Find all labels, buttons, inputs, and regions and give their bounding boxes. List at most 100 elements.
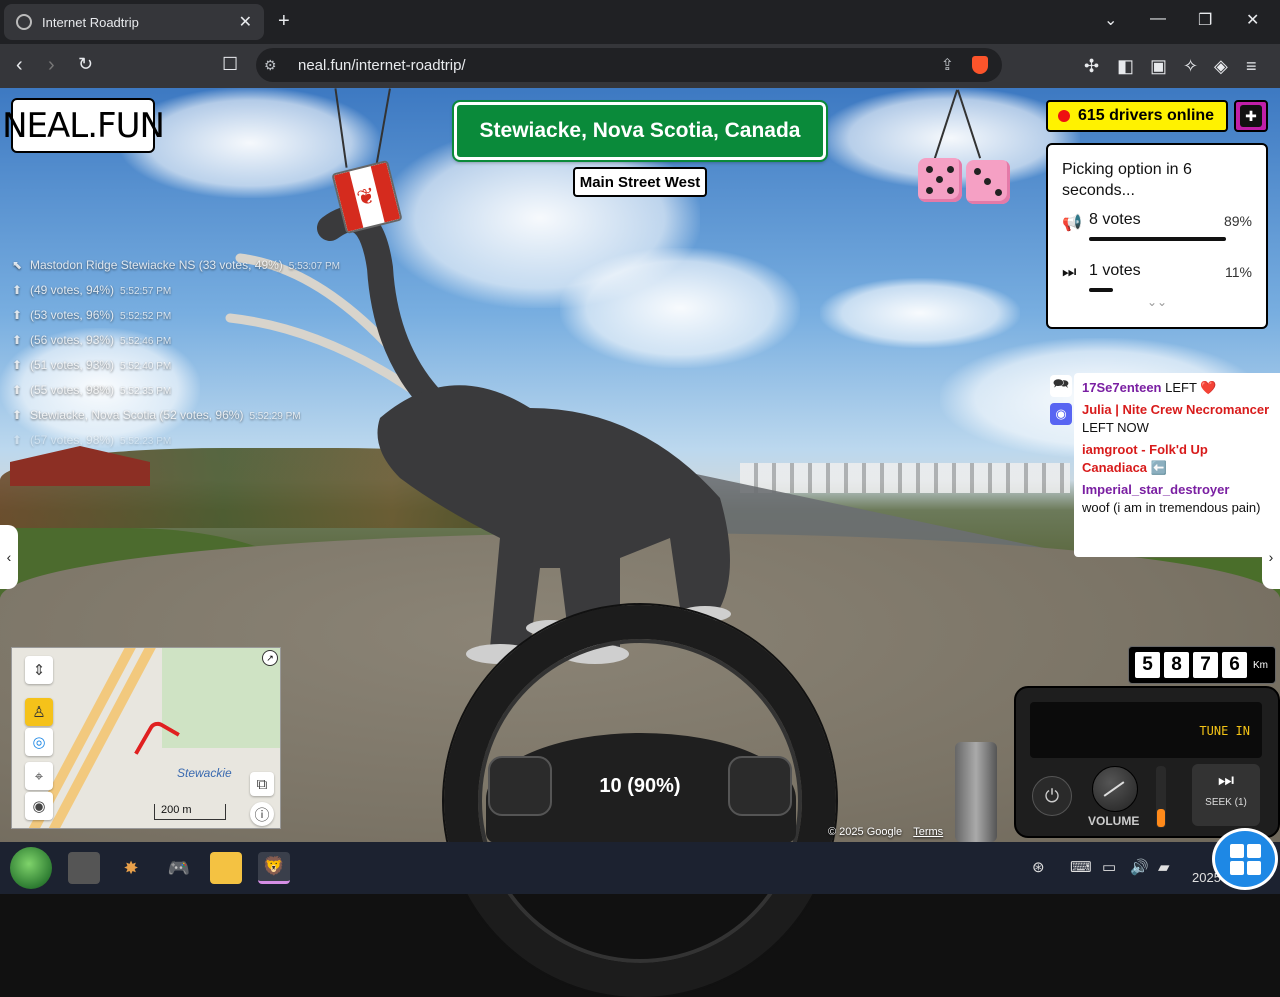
odometer-unit: Km (1253, 659, 1268, 671)
browser-tab[interactable]: Internet Roadtrip ✕ (4, 4, 264, 40)
location-sign: Stewiacke, Nova Scotia, Canada (452, 100, 828, 162)
fuzzy-dice-icon (966, 160, 1010, 204)
map-attribution: © 2025 Google Terms (828, 826, 943, 838)
address-bar[interactable]: ⚙ neal.fun/internet-roadtrip/ ⇪ (256, 48, 1002, 82)
tab-strip: Internet Roadtrip ✕ + ⌄ — ❐ ✕ (0, 0, 1280, 44)
battery-icon[interactable]: ▰ (1158, 858, 1170, 876)
chat-tabs: 🗪 ◉ (1050, 375, 1074, 431)
arrow-icon: ⬆ (12, 283, 23, 297)
vote-percent: 89% (1223, 213, 1252, 229)
history-item: ⬆ (55 votes, 98%) 5:52:35 PM (12, 383, 172, 397)
wheel-controls-left (488, 756, 552, 816)
extensions-icon[interactable]: ✣ (1084, 56, 1099, 77)
chat-username[interactable]: 17Se7enteen (1082, 380, 1162, 395)
restore-button[interactable]: ❐ (1198, 10, 1212, 30)
menu-icon[interactable]: ≡ (1246, 56, 1257, 77)
history-item: ⬆ (57 votes, 98%) 5:52:23 PM (12, 433, 172, 447)
reload-icon[interactable]: ↻ (78, 54, 93, 75)
url-text[interactable]: neal.fun/internet-roadtrip/ (298, 57, 466, 74)
volume-icon[interactable]: 🔊 (1130, 858, 1149, 876)
keyboard-icon[interactable]: ⌨ (1070, 858, 1092, 876)
network-icon[interactable]: ▭ (1102, 858, 1116, 876)
seek-button[interactable]: ⏭ SEEK (1) (1192, 764, 1260, 826)
map-expand-icon[interactable]: ↗ (262, 650, 278, 666)
volume-meter-fill (1157, 809, 1165, 827)
chat-username[interactable]: Julia | Nite Crew Necromancer (1082, 402, 1269, 417)
leo-ai-icon[interactable]: ✧ (1183, 56, 1198, 77)
new-tab-button[interactable]: + (278, 10, 290, 33)
minimize-button[interactable]: — (1150, 10, 1166, 28)
taskbar: ✸ 🎮 🦁 ⊛ ⌨ ▭ 🔊 ▰ 2025 (0, 842, 1280, 894)
task-view-icon[interactable] (68, 852, 100, 884)
copyright-text: © 2025 Google (828, 826, 903, 838)
brave-browser-icon[interactable]: 🦁 (258, 852, 290, 884)
vpn-icon[interactable]: ◈ (1214, 56, 1228, 77)
sidebar-icon[interactable]: ◧ (1117, 56, 1134, 77)
tab-close-icon[interactable]: ✕ (239, 12, 252, 32)
steam-icon[interactable]: ⊛ (1032, 858, 1045, 876)
drivers-online-count: 615 drivers online (1078, 107, 1215, 124)
back-icon[interactable]: ‹ (16, 54, 23, 77)
rv-lot (740, 463, 1070, 493)
tab-title: Internet Roadtrip (42, 14, 139, 30)
file-explorer-icon[interactable] (210, 852, 242, 884)
odometer-digit: 5 (1135, 652, 1160, 678)
gear-shift (955, 742, 997, 842)
vote-option-honk[interactable]: 📢 8 votes 89% (1062, 211, 1252, 252)
discord-icon[interactable]: ◉ (1050, 403, 1072, 425)
chat-username[interactable]: Imperial_star_destroyer (1082, 482, 1229, 497)
horn-icon: 📢 (1062, 215, 1082, 232)
info-icon[interactable]: ⓘ (250, 802, 274, 826)
share-icon[interactable]: ⇪ (941, 55, 954, 75)
history-item: ⬆ (51 votes, 93%) 5:52:40 PM (12, 358, 172, 372)
direction-history: ⬉ Mastodon Ridge Stewiacke NS (33 votes, … (12, 258, 432, 458)
mini-map[interactable]: Stewackie 200 m ⇕ ♙ ◎ ⌖ ◉ ⧉ ⓘ ↗ (11, 647, 281, 829)
chat-message: iamgroot - Folk'd Up Canadiaca ⬅️ (1082, 442, 1208, 475)
map-layers-icon[interactable]: ⧉ (250, 772, 274, 796)
forward-icon[interactable]: › (48, 54, 55, 77)
map-place-label: Stewackie (177, 766, 232, 780)
terms-link[interactable]: Terms (913, 826, 943, 838)
locate-icon[interactable]: ◉ (25, 792, 53, 820)
history-item: ⬉ Mastodon Ridge Stewiacke NS (33 votes, … (12, 258, 340, 272)
odometer-digit: 8 (1164, 652, 1189, 678)
globe-icon[interactable]: ◎ (25, 728, 53, 756)
map-scale: 200 m (154, 804, 226, 820)
seek-label: SEEK (1) (1205, 797, 1247, 808)
power-icon[interactable]: ⏻ (1032, 776, 1072, 816)
bookmark-icon[interactable]: ☐ (222, 54, 238, 75)
start-button[interactable] (10, 847, 52, 889)
live-dot-icon (1058, 110, 1070, 122)
expand-chevron-icon[interactable]: ⌄⌄ (1048, 295, 1266, 309)
vote-panel: Picking option in 6 seconds... 📢 8 votes… (1046, 143, 1268, 329)
neal-fun-logo[interactable]: NEAL.FUN (2, 98, 165, 153)
site-favicon-icon (16, 14, 32, 30)
fuzzy-dice-icon (918, 158, 962, 202)
arrow-icon: ⬆ (12, 358, 23, 372)
chat-username[interactable]: iamgroot - Folk'd Up Canadiaca (1082, 442, 1208, 475)
close-window-button[interactable]: ✕ (1246, 10, 1259, 30)
scroll-left-icon[interactable]: ‹ (0, 525, 18, 589)
history-item: ⬆ Stewiacke, Nova Scotia (52 votes, 96%) 5… (12, 408, 301, 422)
odometer-digit: 7 (1193, 652, 1218, 678)
tab-search-chevron-icon[interactable]: ⌄ (1104, 10, 1117, 30)
pegman-icon[interactable]: ♙ (25, 698, 53, 726)
vote-bar (1089, 288, 1113, 292)
gamepad-icon[interactable]: 🎮 (163, 852, 195, 884)
history-item: ⬆ (49 votes, 94%) 5:52:57 PM (12, 283, 172, 297)
arrow-icon: ⬉ (12, 258, 23, 272)
radio-display: TUNE IN (1030, 702, 1262, 758)
chat-message: 17Se7enteen LEFT ❤️ (1082, 380, 1217, 395)
wallet-icon[interactable]: ▣ (1150, 56, 1167, 77)
add-marker-icon[interactable]: ⌖ (25, 762, 53, 790)
brave-shields-icon[interactable] (972, 56, 988, 74)
vote-count: 8 votes (1089, 211, 1141, 228)
extensions-menu-button[interactable]: ✚ (1234, 100, 1268, 132)
scroll-right-icon[interactable]: › (1262, 525, 1280, 589)
map-pan-icon[interactable]: ⇕ (25, 656, 53, 684)
windows-logo-icon[interactable] (1212, 828, 1278, 890)
chat-message: Julia | Nite Crew Necromancer LEFT NOW (1082, 402, 1270, 435)
game-app-icon[interactable]: ✸ (115, 852, 147, 884)
chat-icon[interactable]: 🗪 (1050, 375, 1072, 397)
site-info-icon[interactable]: ⚙ (264, 57, 277, 74)
